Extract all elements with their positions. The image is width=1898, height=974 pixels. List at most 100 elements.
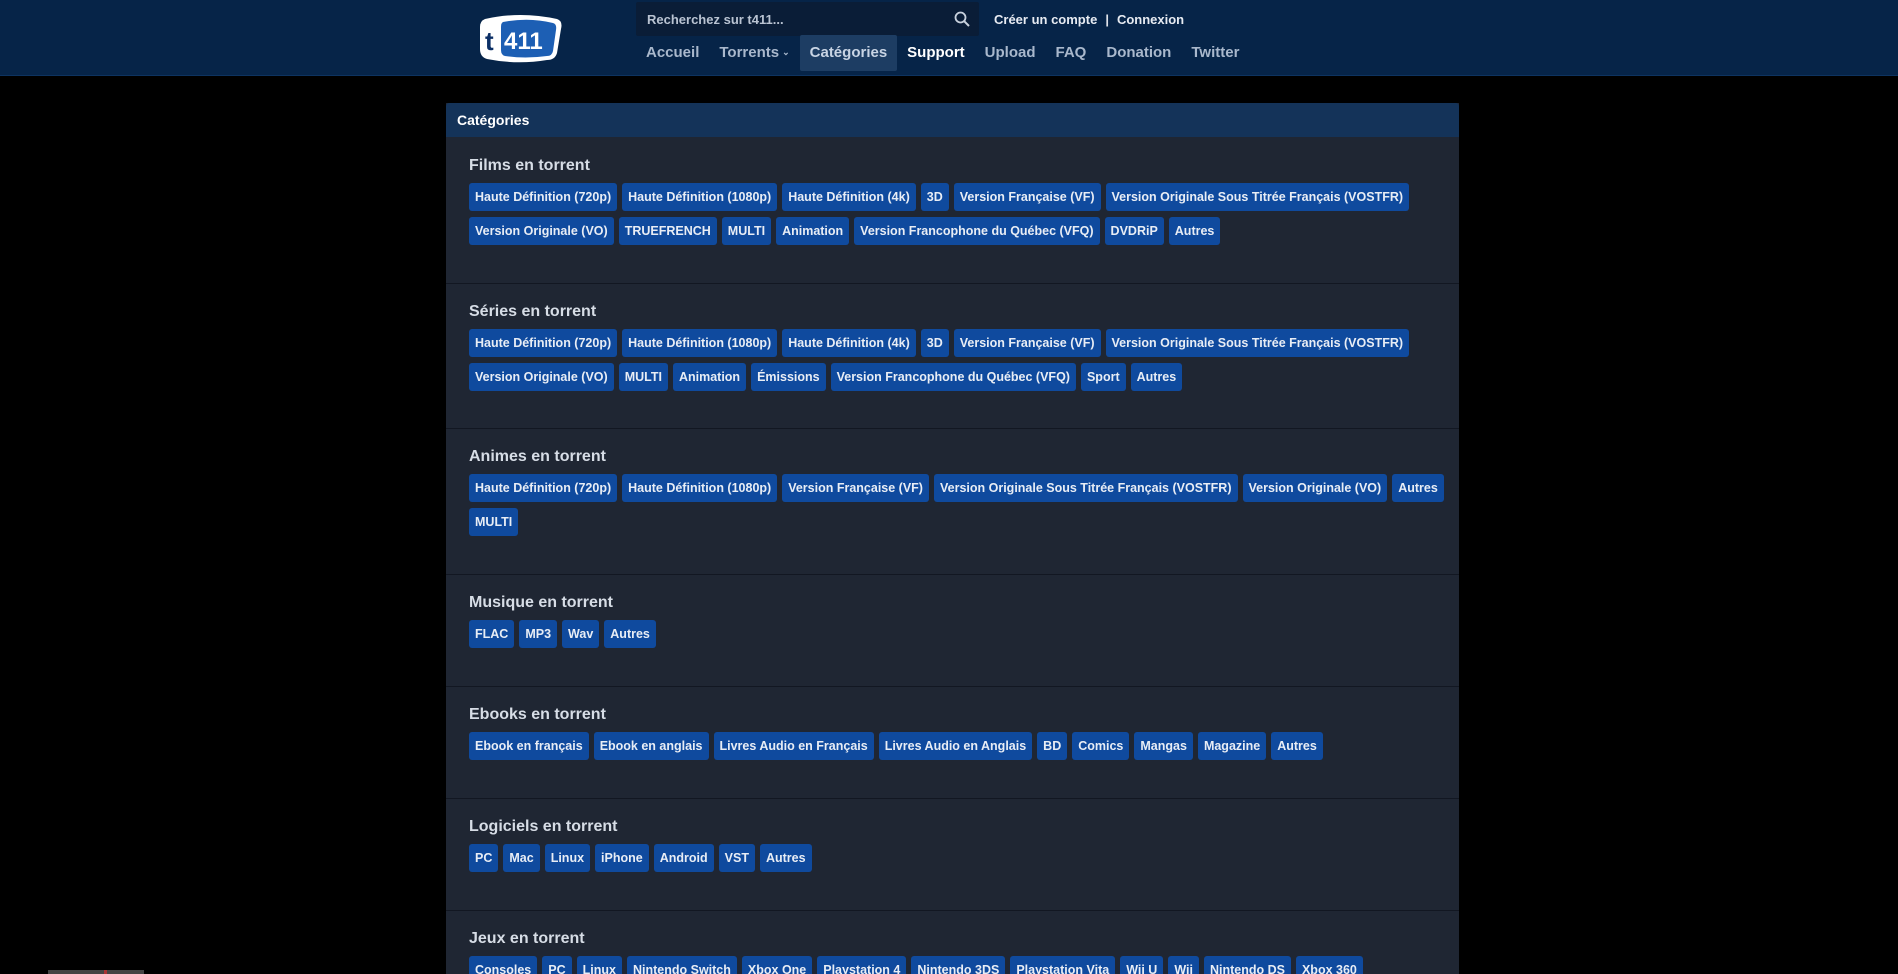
category-tag[interactable]: Haute Définition (720p)	[469, 474, 618, 502]
category-tag[interactable]: Version Française (VF)	[953, 183, 1101, 211]
category-tag[interactable]: TRUEFRENCH	[618, 217, 717, 245]
account-links: Créer un compte | Connexion	[994, 12, 1184, 27]
category-tag[interactable]: Wii U	[1120, 956, 1164, 974]
category-tag[interactable]: Playstation Vita	[1010, 956, 1116, 974]
category-tag[interactable]: Autres	[1392, 474, 1444, 502]
category-tag[interactable]: Haute Définition (4k)	[782, 183, 916, 211]
category-tag[interactable]: PC	[542, 956, 572, 974]
category-tag[interactable]: Version Originale Sous Titrée Français (…	[1105, 329, 1410, 357]
category-tag[interactable]: Wii	[1168, 956, 1199, 974]
category-tag[interactable]: Version Francophone du Québec (VFQ)	[830, 363, 1076, 391]
category-tag[interactable]: Autres	[1168, 217, 1221, 245]
category-tag[interactable]: Consoles	[469, 956, 538, 974]
search-input[interactable]: Recherchez sur t411...	[647, 12, 784, 27]
category-tag[interactable]: Autres	[604, 620, 656, 648]
category-tag[interactable]: Version Originale Sous Titrée Français (…	[1105, 183, 1410, 211]
category-tag[interactable]: MULTI	[469, 508, 519, 536]
category-tag[interactable]: VST	[718, 844, 755, 872]
section-title: Séries en torrent	[469, 303, 597, 320]
svg-text:411: 411	[504, 28, 543, 55]
category-tag[interactable]: BD	[1037, 732, 1068, 760]
section-divider	[446, 283, 1459, 284]
category-tag[interactable]: Version Francophone du Québec (VFQ)	[854, 217, 1100, 245]
category-tag[interactable]: PC	[469, 844, 499, 872]
category-tag[interactable]: Ebook en anglais	[593, 732, 709, 760]
category-tag[interactable]: 3D	[920, 329, 949, 357]
category-tag[interactable]: Ebook en français	[469, 732, 589, 760]
category-tag[interactable]: Mangas	[1134, 732, 1193, 760]
signup-link[interactable]: Créer un compte	[994, 12, 1097, 27]
category-tag[interactable]: Animation	[672, 363, 747, 391]
category-tag[interactable]: Wav	[562, 620, 600, 648]
section-title: Logiciels en torrent	[469, 818, 618, 835]
category-tag[interactable]: Livres Audio en Français	[713, 732, 874, 760]
category-tag[interactable]: Version Française (VF)	[953, 329, 1101, 357]
tag-list: Ebook en français Ebook en anglais Livres …	[469, 732, 1444, 760]
nav-upload[interactable]: Upload	[975, 35, 1046, 71]
category-tag[interactable]: Version Originale (VO)	[1242, 474, 1388, 502]
search-box[interactable]: Recherchez sur t411...	[636, 2, 979, 36]
section-title: Musique en torrent	[469, 594, 614, 611]
category-tag[interactable]: Linux	[576, 956, 622, 974]
t411-logo[interactable]: t 411	[477, 13, 563, 63]
login-link[interactable]: Connexion	[1117, 12, 1184, 27]
category-tag[interactable]: Linux	[544, 844, 591, 872]
category-tag[interactable]: Mac	[503, 844, 540, 872]
nav-faq[interactable]: FAQ	[1046, 35, 1097, 71]
category-tag[interactable]: Nintendo DS	[1203, 956, 1291, 974]
category-tag[interactable]: Nintendo Switch	[626, 956, 737, 974]
category-tag[interactable]: Haute Définition (1080p)	[622, 183, 778, 211]
category-tag[interactable]: Haute Définition (720p)	[469, 183, 618, 211]
nav-accueil[interactable]: Accueil	[636, 35, 709, 71]
nav-support[interactable]: Support	[897, 35, 975, 71]
category-tag[interactable]: Xbox One	[741, 956, 813, 974]
category-tag[interactable]: MP3	[519, 620, 558, 648]
category-tag[interactable]: Livres Audio en Anglais	[878, 732, 1033, 760]
category-tag[interactable]: FLAC	[469, 620, 515, 648]
tag-list: Consoles PC Linux Nintendo Switch Xbox One Pl…	[469, 956, 1444, 974]
section-title: Animes en torrent	[469, 448, 606, 465]
chevron-down-icon: ⌄	[782, 47, 790, 57]
section-divider	[446, 686, 1459, 687]
category-tag[interactable]: Playstation 4	[817, 956, 907, 974]
category-tag[interactable]: 3D	[920, 183, 949, 211]
section-divider	[446, 574, 1459, 575]
nav-torrents-label: Torrents	[719, 44, 780, 61]
category-tag[interactable]: Version Originale (VO)	[469, 363, 614, 391]
category-tag[interactable]: Émissions	[751, 363, 826, 391]
category-tag[interactable]: iPhone	[595, 844, 649, 872]
nav-torrents[interactable]: Torrents ⌄	[709, 35, 799, 71]
category-tag[interactable]: Version Française (VF)	[782, 474, 929, 502]
category-tag[interactable]: Android	[653, 844, 714, 872]
tag-list: Haute Définition (720p) Haute Définition …	[469, 474, 1444, 536]
nav-twitter[interactable]: Twitter	[1181, 35, 1249, 71]
category-tag[interactable]: Version Originale (VO)	[469, 217, 614, 245]
category-tag[interactable]: Haute Définition (4k)	[782, 329, 916, 357]
category-tag[interactable]: Haute Définition (720p)	[469, 329, 618, 357]
category-tag[interactable]: Animation	[776, 217, 850, 245]
nav-categories[interactable]: Catégories	[799, 35, 898, 71]
taskbar-fragment	[48, 970, 144, 974]
svg-text:t: t	[485, 26, 494, 56]
category-tag[interactable]: Magazine	[1197, 732, 1267, 760]
section-title: Ebooks en torrent	[469, 706, 606, 723]
categories-panel: Catégories Films en torrent Haute Défini…	[446, 103, 1459, 974]
category-tag[interactable]: Autres	[1130, 363, 1183, 391]
category-tag[interactable]: Haute Définition (1080p)	[622, 329, 778, 357]
tag-list: Haute Définition (720p) Haute Définition …	[469, 329, 1444, 391]
panel-title: Catégories	[446, 103, 1459, 137]
category-tag[interactable]: MULTI	[721, 217, 772, 245]
main-nav: Accueil Torrents ⌄ Catégories Support Upl…	[636, 35, 1249, 71]
category-tag[interactable]: Sport	[1080, 363, 1126, 391]
category-tag[interactable]: Autres	[759, 844, 812, 872]
category-tag[interactable]: Autres	[1271, 732, 1323, 760]
search-icon[interactable]	[953, 10, 971, 28]
category-tag[interactable]: Nintendo 3DS	[911, 956, 1006, 974]
category-tag[interactable]: Comics	[1072, 732, 1130, 760]
category-tag[interactable]: Xbox 360	[1295, 956, 1363, 974]
category-tag[interactable]: Version Originale Sous Titrée Français (…	[933, 474, 1238, 502]
category-tag[interactable]: DVDRiP	[1104, 217, 1164, 245]
category-tag[interactable]: Haute Définition (1080p)	[622, 474, 778, 502]
category-tag[interactable]: MULTI	[618, 363, 668, 391]
nav-donation[interactable]: Donation	[1096, 35, 1181, 71]
